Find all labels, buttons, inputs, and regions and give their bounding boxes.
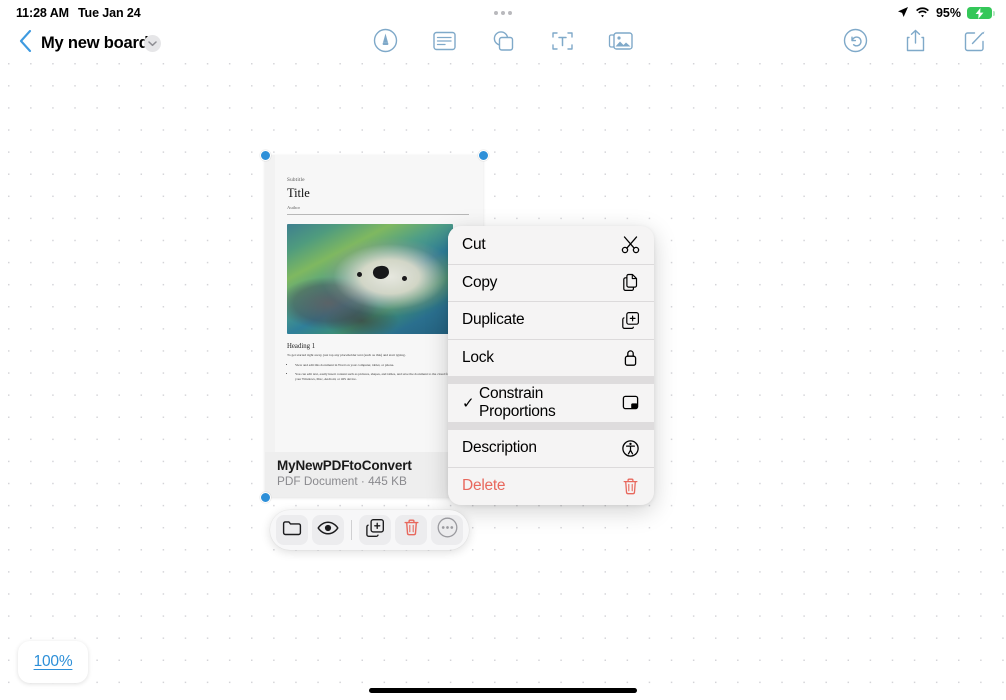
menu-item-copy[interactable]: Copy — [448, 263, 654, 301]
status-time: 11:28 AM — [16, 6, 69, 20]
menu-item-delete[interactable]: Delete — [448, 467, 654, 505]
page-title[interactable]: My new board — [41, 29, 149, 57]
sea-otter-photo — [287, 224, 453, 334]
lock-icon — [620, 348, 640, 368]
copy-documents-icon — [620, 273, 640, 293]
ellipsis-circle-icon — [437, 517, 458, 543]
document-file-name: MyNewPDFtoConvert — [277, 458, 412, 473]
duplicate-plus-icon — [365, 518, 385, 543]
shapes-icon — [491, 29, 516, 58]
selection-handle-top-right[interactable] — [478, 150, 489, 161]
preview-button[interactable] — [312, 515, 344, 545]
selection-handle-bottom-left[interactable] — [260, 492, 271, 503]
doc-author: Author — [287, 205, 301, 210]
trash-icon — [620, 476, 640, 496]
menu-item-description[interactable]: Description — [448, 429, 654, 467]
text-box-icon — [550, 30, 575, 57]
location-arrow-icon — [897, 6, 909, 21]
menu-item-label: Cut — [462, 235, 486, 253]
scissors-icon — [620, 235, 640, 255]
center-toolbar — [369, 27, 637, 59]
zoom-level-label[interactable]: 100% — [34, 653, 73, 671]
duplicate-plus-icon — [620, 310, 640, 330]
note-tool[interactable] — [428, 27, 460, 59]
battery-percent-label: 95% — [935, 6, 961, 20]
menu-separator — [448, 421, 654, 430]
text-tool[interactable] — [546, 27, 578, 59]
navigation-bar: My new board — [0, 26, 1006, 61]
back-button[interactable] — [12, 28, 38, 58]
doc-body-text: To get started right away, just tap any … — [287, 353, 406, 357]
document-file-meta: PDF Document · 445 KB — [277, 474, 407, 488]
folder-icon — [282, 519, 302, 542]
doc-subtitle: Subtitle — [287, 177, 305, 183]
menu-item-duplicate[interactable]: Duplicate — [448, 301, 654, 339]
status-bar: 11:28 AM Tue Jan 24 95% — [0, 0, 1006, 26]
marker-circle-icon — [373, 28, 398, 58]
doc-bullet: You can edit text, easily insert content… — [295, 372, 471, 382]
media-tool[interactable] — [605, 27, 637, 59]
undo-button[interactable] — [839, 27, 871, 59]
multitask-dot — [508, 11, 512, 15]
eye-icon — [317, 520, 339, 541]
zoom-control[interactable]: 100% — [18, 641, 88, 683]
delete-button[interactable] — [395, 515, 427, 545]
compose-pencil-icon — [963, 29, 987, 58]
trash-icon — [402, 518, 421, 542]
ipad-whiteboard-screen: 11:28 AM Tue Jan 24 95% My new board Sub… — [0, 0, 1006, 700]
whiteboard-canvas[interactable]: Subtitle Title Author Heading 1 To get s… — [0, 61, 1006, 700]
doc-title: Title — [287, 186, 310, 200]
menu-item-label: Delete — [462, 477, 506, 495]
menu-item-cut[interactable]: Cut — [448, 226, 654, 264]
battery-charging-icon — [967, 6, 995, 20]
menu-item-constrain-proportions[interactable]: ✓ Constrain Proportions — [448, 384, 654, 422]
otter-eye-left — [356, 272, 362, 278]
aspect-ratio-icon — [620, 393, 640, 413]
otter-eye-right — [401, 275, 407, 281]
toolbar-separator — [351, 520, 352, 540]
shape-tool[interactable] — [487, 27, 519, 59]
doc-divider — [287, 214, 469, 215]
menu-item-lock[interactable]: Lock — [448, 338, 654, 376]
otter-nose — [372, 264, 391, 280]
status-bar-left: 11:28 AM Tue Jan 24 — [16, 6, 141, 20]
multitasking-dots-icon[interactable] — [494, 11, 512, 15]
floating-action-toolbar — [270, 510, 469, 550]
multitask-dot — [494, 11, 498, 15]
marker-tool[interactable] — [369, 27, 401, 59]
menu-item-label: Constrain Proportions — [479, 384, 556, 420]
wifi-icon — [915, 6, 930, 21]
menu-item-label: Duplicate — [462, 311, 525, 329]
status-bar-right: 95% — [897, 6, 995, 21]
menu-item-label: Description — [462, 439, 537, 457]
menu-item-label: Copy — [462, 273, 498, 291]
checkmark-icon: ✓ — [462, 394, 475, 412]
context-menu: Cut Copy Duplicate Lock ✓ Constrain Prop… — [448, 226, 654, 505]
sticky-note-icon — [432, 30, 457, 57]
more-button[interactable] — [431, 515, 463, 545]
doc-bullet-list: View and edit this document in Word on y… — [287, 363, 471, 382]
chevron-left-icon — [19, 29, 32, 57]
multitask-dot — [501, 11, 505, 15]
share-up-icon — [905, 28, 926, 58]
duplicate-button[interactable] — [359, 515, 391, 545]
doc-heading: Heading 1 — [287, 343, 316, 350]
menu-separator — [448, 376, 654, 384]
share-button[interactable] — [899, 27, 931, 59]
menu-item-label: Lock — [462, 348, 494, 366]
accessibility-icon — [620, 438, 640, 458]
doc-bullet: View and edit this document in Word on y… — [295, 363, 471, 368]
selection-handle-top-left[interactable] — [260, 150, 271, 161]
undo-arrow-icon — [843, 28, 868, 58]
photos-icon — [608, 30, 634, 57]
home-indicator[interactable] — [369, 688, 637, 693]
compose-button[interactable] — [959, 27, 991, 59]
chevron-down-icon[interactable] — [144, 35, 161, 52]
right-toolbar — [839, 27, 991, 59]
folder-button[interactable] — [276, 515, 308, 545]
status-date: Tue Jan 24 — [77, 6, 141, 20]
